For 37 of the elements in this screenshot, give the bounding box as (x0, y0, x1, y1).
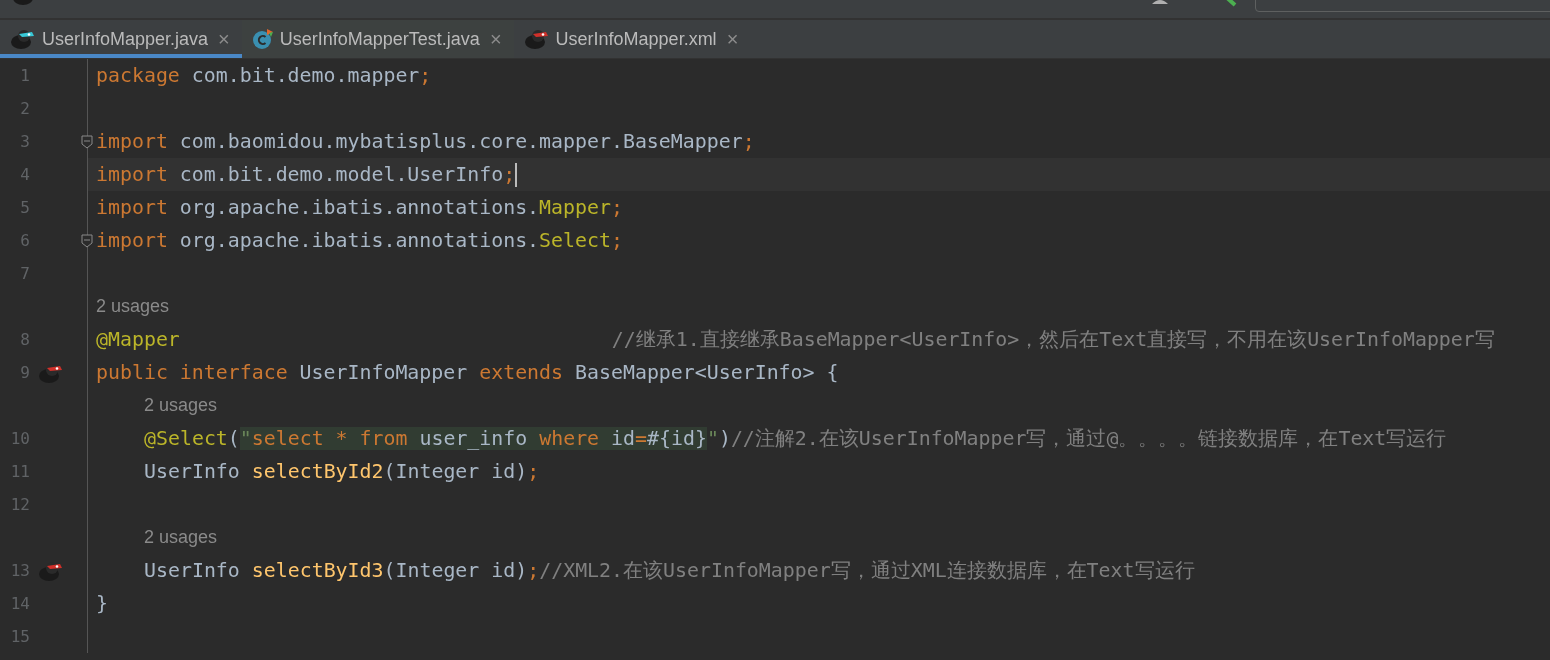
text-cursor (515, 162, 518, 187)
code-line: import org.apache.ibatis.annotations.Mapper; (96, 196, 623, 219)
usages-hint[interactable]: 2 usages (144, 527, 218, 548)
line-number: 6 (19, 231, 30, 250)
line-number: 14 (9, 594, 30, 613)
fold-icon[interactable] (81, 135, 93, 149)
line-number: 7 (19, 264, 30, 283)
usages-hint[interactable]: 2 usages (144, 395, 218, 416)
line-number: 13 (9, 561, 30, 580)
line-number: 2 (19, 99, 30, 118)
close-icon[interactable]: × (218, 27, 230, 51)
code-line: @Select("select * from user_info where id=#{id}")//注解2.在该UserInfoMapper写，通过@。。。。链接数据库，在Text写运行 (144, 426, 1447, 452)
code-line: UserInfo selectById2(Integer id); (144, 460, 540, 483)
code-line: import org.apache.ibatis.annotations.Select; (96, 229, 623, 252)
code-line: public interface UserInfoMapper extends BaseMapper<UserInfo> { (96, 361, 839, 384)
fold-icon[interactable] (81, 234, 93, 248)
code-line: @Mapper //继承1.直接继承BaseMapper<UserInfo>，然后在Text直接写，不用在该UserInfoMapper写 (96, 327, 1495, 353)
class-icon (251, 28, 274, 50)
line-number: 15 (9, 627, 30, 646)
line-number: 4 (19, 165, 30, 184)
close-icon[interactable]: × (726, 27, 739, 51)
close-icon[interactable]: × (489, 27, 502, 51)
editor-tab[interactable]: UserInfoMapper.xml × (513, 20, 751, 58)
line-number: 3 (19, 132, 30, 151)
code-line: package com.bit.demo.mapper; (96, 64, 432, 87)
line-number: 1 (19, 66, 30, 85)
code-line: } (96, 592, 108, 615)
line-number: 9 (19, 363, 30, 382)
usages-hint[interactable]: 2 usages (96, 296, 170, 317)
code-line: import com.baomidou.mybatisplus.core.mapper.BaseMapper; (96, 130, 755, 153)
code-line: import com.bit.demo.model.UserInfo; (96, 163, 516, 186)
code-line: UserInfo selectById3(Integer id);//XML2.在该UserInfoMapper写，通过XML连接数据库，在Text写运行 (144, 558, 1195, 584)
line-number: 5 (19, 198, 30, 217)
line-number: 11 (9, 462, 30, 481)
line-number: 12 (9, 495, 30, 514)
line-number: 10 (9, 429, 30, 448)
line-number: 8 (19, 330, 30, 349)
